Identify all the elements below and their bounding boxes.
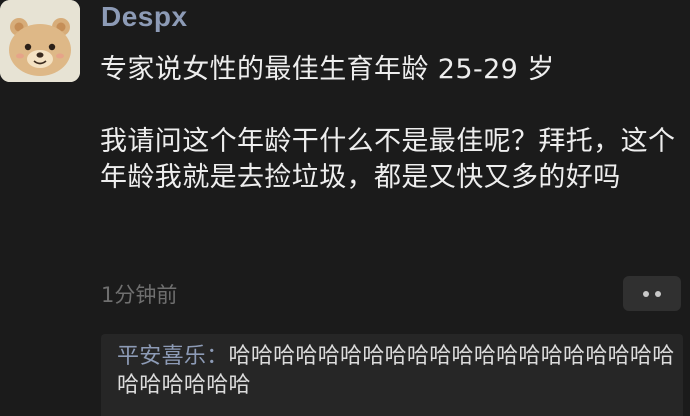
username[interactable]: Despx (101, 0, 188, 34)
bear-avatar-icon (0, 0, 80, 82)
avatar[interactable] (0, 0, 80, 82)
post-timestamp: 1分钟前 (101, 283, 178, 307)
more-dots-icon (643, 290, 649, 297)
comment-author[interactable]: 平安喜乐 (117, 344, 206, 369)
more-button[interactable] (623, 276, 681, 311)
comment-separator: ： (206, 344, 229, 369)
post-content: 专家说女性的最佳生育年龄 25-29 岁 我请问这个年龄干什么不是最佳呢？拜托，… (100, 52, 685, 196)
post-paragraph-2: 我请问这个年龄干什么不是最佳呢？拜托，这个年龄我就是去捡垃圾，都是又快又多的好吗 (100, 126, 676, 193)
post-card: Despx 专家说女性的最佳生育年龄 25-29 岁 我请问这个年龄干什么不是最… (0, 0, 690, 416)
comment-section: 平安喜乐：哈哈哈哈哈哈哈哈哈哈哈哈哈哈哈哈哈哈哈哈哈哈哈哈哈哈 (101, 334, 683, 416)
post-paragraph-1: 专家说女性的最佳生育年龄 25-29 岁 (100, 54, 555, 85)
more-dots-icon (655, 290, 661, 297)
comment-item[interactable]: 平安喜乐：哈哈哈哈哈哈哈哈哈哈哈哈哈哈哈哈哈哈哈哈哈哈哈哈哈哈 (117, 342, 677, 400)
